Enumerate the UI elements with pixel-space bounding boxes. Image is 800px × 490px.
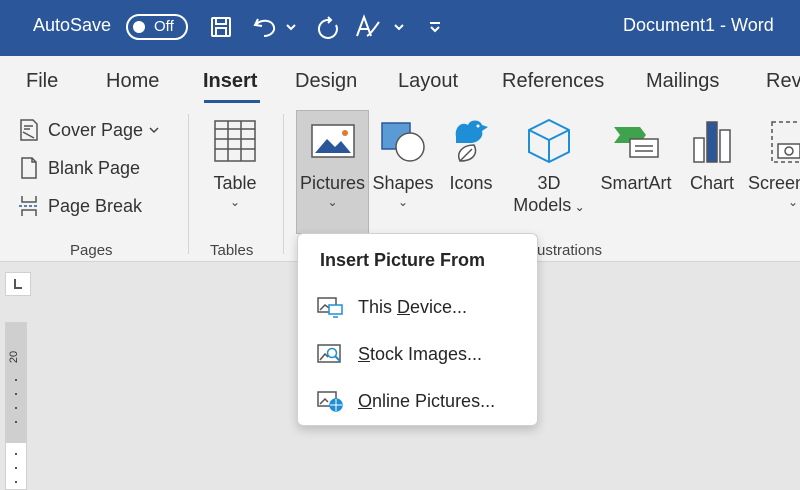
access-key: O <box>358 390 373 411</box>
icons-label: Icons <box>449 173 493 193</box>
tab-insert[interactable]: Insert <box>203 70 257 93</box>
shapes-button[interactable]: Shapes ⌄ <box>370 110 436 210</box>
chevron-down-icon: ⌄ <box>229 195 241 209</box>
title-bar: AutoSave Off Document1 - Word <box>0 0 800 56</box>
ruler-tick <box>15 393 17 395</box>
autosave-label: AutoSave <box>33 15 112 35</box>
ruler-tick <box>15 467 17 469</box>
cover-page-button[interactable]: Cover Page <box>18 118 160 142</box>
table-label: Table <box>213 173 257 193</box>
pictures-label: Pictures <box>299 173 366 193</box>
document-title: Document1 - Word <box>623 15 774 35</box>
chart-button[interactable]: Chart <box>684 110 740 194</box>
shapes-icon <box>381 122 425 162</box>
blank-page-label: Blank Page <box>48 157 141 178</box>
pictures-icon <box>310 124 355 158</box>
toggle-knob <box>133 21 145 33</box>
text-effects-chevron-icon[interactable] <box>392 12 406 42</box>
chevron-down-icon: ⌄ <box>788 195 799 209</box>
menu-item-this-device[interactable]: This Device... <box>298 285 537 329</box>
left-tab-icon <box>14 279 22 289</box>
3d-models-label-line2: Models <box>513 195 572 215</box>
ruler-tick <box>15 421 17 423</box>
chart-label: Chart <box>689 173 734 193</box>
access-key: S <box>358 343 371 364</box>
undo-icon[interactable] <box>250 12 280 42</box>
3d-models-label-row: Models ⌄ <box>506 194 592 218</box>
vertical-ruler: 20 <box>5 322 27 490</box>
page-break-button[interactable]: Page Break <box>18 194 142 218</box>
group-divider <box>188 114 189 254</box>
cover-page-label: Cover Page <box>48 119 144 140</box>
redo-icon[interactable] <box>312 12 344 42</box>
autosave-state: Off <box>154 18 174 35</box>
label-text: nline Pictures... <box>372 390 496 411</box>
label-text: This <box>358 296 398 317</box>
screenshot-button[interactable]: Screen ⌄ <box>748 110 800 210</box>
blank-page-button[interactable]: Blank Page <box>18 156 140 180</box>
table-icon <box>214 120 256 162</box>
label-text: evice... <box>410 296 468 317</box>
autosave-toggle[interactable]: Off <box>126 14 188 40</box>
table-button[interactable]: Table ⌄ <box>200 110 270 210</box>
chart-icon <box>693 121 731 163</box>
ruler-tick <box>15 453 17 455</box>
chevron-down-icon: ⌄ <box>571 200 585 214</box>
page-break-icon <box>19 196 39 216</box>
menu-item-online-pictures[interactable]: Online Pictures... <box>298 379 537 423</box>
ruler-margin-shade <box>6 323 26 443</box>
menu-item-stock-images[interactable]: Stock Images... <box>298 332 537 376</box>
undo-dropdown-chevron-icon[interactable] <box>284 12 298 42</box>
label-text: tock Images... <box>370 343 483 364</box>
menu-header: Insert Picture From <box>320 250 486 270</box>
ruler-tick <box>15 407 17 409</box>
smartart-label: SmartArt <box>600 173 672 193</box>
save-icon[interactable] <box>205 12 237 42</box>
tab-layout[interactable]: Layout <box>398 70 458 93</box>
tab-references[interactable]: References <box>502 70 604 93</box>
group-label-pages: Pages <box>70 242 113 259</box>
this-device-icon <box>317 297 343 318</box>
shapes-label: Shapes <box>372 173 434 193</box>
tab-home[interactable]: Home <box>106 70 159 93</box>
pictures-button[interactable]: Pictures ⌄ <box>296 110 369 210</box>
chevron-down-icon: ⌄ <box>327 195 338 209</box>
ruler-tick <box>15 379 17 381</box>
menu-item-label: Online Pictures... <box>358 391 495 412</box>
text-effects-icon[interactable] <box>352 12 384 42</box>
blank-page-icon <box>21 157 37 179</box>
3d-models-button[interactable]: 3D Models ⌄ <box>506 110 592 218</box>
3d-models-icon <box>528 118 570 164</box>
smartart-icon <box>614 127 659 158</box>
tab-file[interactable]: File <box>26 70 58 93</box>
menu-item-label: Stock Images... <box>358 344 482 365</box>
access-key: D <box>397 296 411 317</box>
tab-design[interactable]: Design <box>295 70 357 93</box>
group-divider <box>283 114 284 254</box>
ruler-tick <box>15 481 17 483</box>
online-pictures-icon <box>317 391 343 412</box>
chevron-down-icon <box>149 127 159 134</box>
3d-models-label-line1: 3D <box>537 173 561 193</box>
icons-icon <box>455 120 488 162</box>
page-break-label: Page Break <box>48 195 143 216</box>
group-label-illustrations: ustrations <box>537 242 603 259</box>
chevron-down-icon: ⌄ <box>397 195 409 209</box>
ribbon-tabs: File Home Insert Design Layout Reference… <box>0 56 800 106</box>
tab-mailings[interactable]: Mailings <box>646 70 719 93</box>
stock-images-icon <box>317 344 341 363</box>
screenshot-label: Screen <box>748 173 800 193</box>
active-tab-indicator <box>204 100 260 103</box>
menu-item-label: This Device... <box>358 297 467 318</box>
customize-qat-icon[interactable] <box>426 12 444 42</box>
group-label-tables: Tables <box>210 242 254 259</box>
tab-review[interactable]: Rev <box>766 70 800 93</box>
screenshot-icon <box>771 121 800 163</box>
cover-page-icon <box>20 119 38 141</box>
smartart-button[interactable]: SmartArt <box>594 110 678 194</box>
icons-button[interactable]: Icons <box>444 110 498 194</box>
tab-selector[interactable] <box>5 272 31 296</box>
insert-picture-menu: Insert Picture From This Device... Stock… <box>297 233 538 426</box>
ruler-number: 20 <box>8 350 21 364</box>
